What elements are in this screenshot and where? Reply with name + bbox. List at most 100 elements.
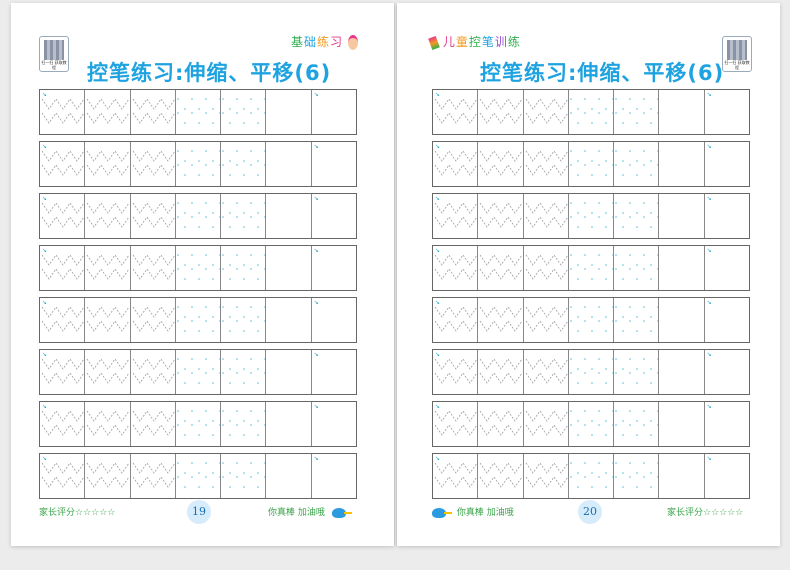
practice-cell[interactable] [176, 90, 222, 134]
practice-cell[interactable] [176, 246, 222, 290]
practice-cell[interactable]: ↘ [312, 142, 356, 186]
practice-cell[interactable]: ↘ [705, 142, 749, 186]
practice-cell[interactable] [85, 246, 131, 290]
practice-cell[interactable] [569, 402, 615, 446]
practice-cell[interactable] [569, 246, 615, 290]
practice-cell[interactable] [266, 350, 312, 394]
practice-cell[interactable] [614, 402, 660, 446]
practice-cell[interactable] [524, 454, 569, 498]
practice-cell[interactable]: ↘ [705, 194, 749, 238]
practice-cell[interactable] [524, 402, 569, 446]
practice-cell[interactable]: ↘ [705, 454, 749, 498]
practice-cell[interactable]: ↘ [312, 90, 356, 134]
practice-cell[interactable]: ↘ [40, 194, 86, 238]
practice-cell[interactable] [221, 298, 267, 342]
practice-cell[interactable]: ↘ [705, 90, 749, 134]
practice-cell[interactable] [85, 454, 131, 498]
practice-cell[interactable]: ↘ [40, 298, 86, 342]
practice-cell[interactable] [659, 298, 705, 342]
practice-cell[interactable] [266, 90, 312, 134]
practice-cell[interactable] [478, 90, 524, 134]
practice-cell[interactable] [176, 194, 222, 238]
practice-cell[interactable] [176, 402, 222, 446]
practice-cell[interactable] [569, 194, 615, 238]
practice-cell[interactable]: ↘ [433, 90, 479, 134]
practice-cell[interactable] [176, 142, 222, 186]
practice-cell[interactable] [659, 194, 705, 238]
practice-cell[interactable] [131, 350, 176, 394]
practice-cell[interactable] [478, 246, 524, 290]
practice-cell[interactable] [569, 350, 615, 394]
practice-cell[interactable]: ↘ [705, 350, 749, 394]
practice-cell[interactable] [524, 246, 569, 290]
practice-cell[interactable] [659, 454, 705, 498]
practice-cell[interactable] [266, 454, 312, 498]
practice-cell[interactable] [659, 246, 705, 290]
practice-cell[interactable] [221, 142, 267, 186]
practice-cell[interactable]: ↘ [40, 246, 86, 290]
practice-cell[interactable]: ↘ [312, 246, 356, 290]
practice-cell[interactable] [524, 350, 569, 394]
practice-cell[interactable] [614, 350, 660, 394]
practice-cell[interactable] [221, 90, 267, 134]
practice-cell[interactable] [85, 194, 131, 238]
practice-cell[interactable] [131, 246, 176, 290]
practice-cell[interactable] [659, 90, 705, 134]
practice-cell[interactable] [569, 142, 615, 186]
practice-cell[interactable] [85, 298, 131, 342]
practice-cell[interactable] [131, 142, 176, 186]
practice-cell[interactable]: ↘ [433, 142, 479, 186]
practice-cell[interactable] [659, 142, 705, 186]
practice-cell[interactable] [478, 298, 524, 342]
practice-cell[interactable] [131, 90, 176, 134]
practice-cell[interactable] [131, 454, 176, 498]
practice-cell[interactable] [614, 454, 660, 498]
practice-cell[interactable] [478, 350, 524, 394]
practice-cell[interactable] [176, 454, 222, 498]
practice-cell[interactable] [85, 90, 131, 134]
practice-cell[interactable]: ↘ [40, 350, 86, 394]
practice-cell[interactable] [85, 142, 131, 186]
practice-cell[interactable]: ↘ [433, 298, 479, 342]
rating-stars[interactable]: ☆☆☆☆☆ [75, 508, 115, 518]
practice-cell[interactable] [266, 194, 312, 238]
practice-cell[interactable] [524, 194, 569, 238]
practice-cell[interactable] [266, 142, 312, 186]
practice-cell[interactable] [85, 350, 131, 394]
practice-cell[interactable]: ↘ [705, 246, 749, 290]
practice-cell[interactable] [478, 142, 524, 186]
practice-cell[interactable] [221, 350, 267, 394]
practice-cell[interactable] [478, 194, 524, 238]
practice-cell[interactable] [266, 402, 312, 446]
practice-cell[interactable] [569, 90, 615, 134]
practice-cell[interactable]: ↘ [433, 454, 479, 498]
practice-cell[interactable] [221, 454, 267, 498]
practice-cell[interactable]: ↘ [433, 402, 479, 446]
practice-cell[interactable]: ↘ [312, 298, 356, 342]
practice-cell[interactable] [266, 298, 312, 342]
practice-cell[interactable]: ↘ [312, 350, 356, 394]
practice-cell[interactable] [221, 246, 267, 290]
practice-cell[interactable] [569, 298, 615, 342]
practice-cell[interactable]: ↘ [312, 454, 356, 498]
practice-cell[interactable] [569, 454, 615, 498]
practice-cell[interactable]: ↘ [705, 298, 749, 342]
practice-cell[interactable] [614, 142, 660, 186]
practice-cell[interactable]: ↘ [312, 402, 356, 446]
practice-cell[interactable] [614, 298, 660, 342]
practice-cell[interactable] [266, 246, 312, 290]
practice-cell[interactable]: ↘ [705, 402, 749, 446]
practice-cell[interactable]: ↘ [433, 350, 479, 394]
practice-cell[interactable]: ↘ [40, 402, 86, 446]
practice-cell[interactable] [221, 402, 267, 446]
practice-cell[interactable] [524, 298, 569, 342]
practice-cell[interactable]: ↘ [433, 246, 479, 290]
practice-cell[interactable]: ↘ [312, 194, 356, 238]
practice-cell[interactable] [524, 142, 569, 186]
practice-cell[interactable] [659, 350, 705, 394]
practice-cell[interactable] [524, 90, 569, 134]
practice-cell[interactable] [85, 402, 131, 446]
practice-cell[interactable] [221, 194, 267, 238]
practice-cell[interactable]: ↘ [40, 454, 86, 498]
practice-cell[interactable]: ↘ [433, 194, 479, 238]
